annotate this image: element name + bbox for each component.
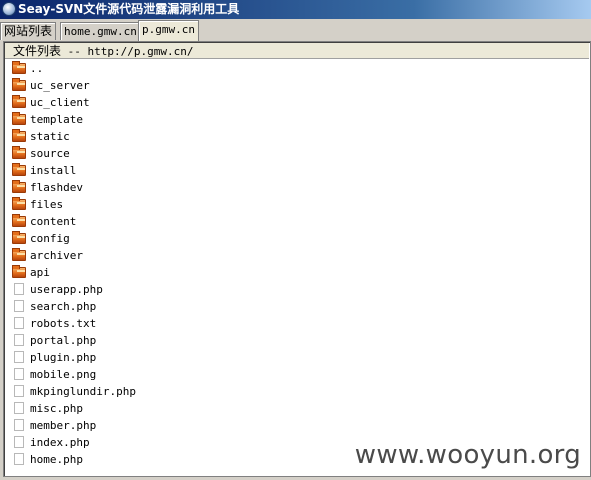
- item-name: install: [30, 164, 77, 177]
- file-row[interactable]: plugin.php: [12, 349, 590, 366]
- file-icon: [14, 283, 24, 295]
- file-icon: [14, 453, 24, 465]
- file-list: .. uc_server uc_client template static source…: [4, 60, 590, 476]
- folder-row[interactable]: uc_client: [12, 94, 590, 111]
- item-name: config: [30, 232, 70, 245]
- file-icon: [14, 317, 24, 329]
- folder-row[interactable]: flashdev: [12, 179, 590, 196]
- file-icon: [14, 351, 24, 363]
- header-label: 文件列表: [13, 44, 62, 58]
- file-icon: [14, 402, 24, 414]
- item-name: portal.php: [30, 334, 97, 347]
- tab-home-gmw[interactable]: home.gmw.cn: [60, 22, 141, 40]
- folder-icon: [12, 231, 26, 244]
- item-name: flashdev: [30, 181, 83, 194]
- tab-label: home.gmw.cn: [64, 25, 137, 38]
- file-icon: [14, 368, 24, 380]
- folder-row[interactable]: config: [12, 230, 590, 247]
- item-name: files: [30, 198, 64, 211]
- file-row[interactable]: mkpinglundir.php: [12, 383, 590, 400]
- item-name: home.php: [30, 453, 83, 466]
- folder-icon: [12, 112, 26, 125]
- item-name: plugin.php: [30, 351, 97, 364]
- watermark: www.wooyun.org: [354, 440, 581, 470]
- file-row[interactable]: mobile.png: [12, 366, 590, 383]
- folder-row[interactable]: install: [12, 162, 590, 179]
- item-name: robots.txt: [30, 317, 97, 330]
- file-icon: [14, 436, 24, 448]
- folder-icon: [12, 214, 26, 227]
- folder-row[interactable]: api: [12, 264, 590, 281]
- folder-row[interactable]: static: [12, 128, 590, 145]
- file-list-header[interactable]: 文件列表 -- http://p.gmw.cn/: [5, 43, 589, 59]
- item-name: source: [30, 147, 70, 160]
- header-url: -- http://p.gmw.cn/: [61, 45, 194, 58]
- title-bar: Seay-SVN文件源代码泄露漏洞利用工具: [0, 0, 591, 19]
- item-name: search.php: [30, 300, 97, 313]
- file-icon: [14, 334, 24, 346]
- item-name: uc_server: [30, 79, 90, 92]
- file-row[interactable]: userapp.php: [12, 281, 590, 298]
- tab-strip: 网站列表 home.gmw.cn p.gmw.cn: [0, 20, 591, 41]
- folder-row[interactable]: template: [12, 111, 590, 128]
- file-icon: [14, 300, 24, 312]
- folder-icon: [12, 61, 26, 74]
- file-row[interactable]: search.php: [12, 298, 590, 315]
- item-name: api: [30, 266, 50, 279]
- tab-p-gmw[interactable]: p.gmw.cn: [138, 20, 199, 41]
- folder-row[interactable]: content: [12, 213, 590, 230]
- folder-icon: [12, 163, 26, 176]
- item-name: index.php: [30, 436, 90, 449]
- item-name: content: [30, 215, 77, 228]
- tab-label: p.gmw.cn: [142, 23, 195, 36]
- folder-icon: [12, 180, 26, 193]
- item-name: misc.php: [30, 402, 83, 415]
- window-title: Seay-SVN文件源代码泄露漏洞利用工具: [18, 2, 240, 16]
- file-list-panel[interactable]: 文件列表 -- http://p.gmw.cn/ .. uc_server uc_c…: [3, 41, 591, 477]
- file-row[interactable]: robots.txt: [12, 315, 590, 332]
- file-row[interactable]: misc.php: [12, 400, 590, 417]
- file-icon: [14, 419, 24, 431]
- folder-row[interactable]: source: [12, 145, 590, 162]
- folder-icon: [12, 129, 26, 142]
- item-name: mkpinglundir.php: [30, 385, 136, 398]
- tab-site-list[interactable]: 网站列表: [0, 22, 57, 40]
- folder-row[interactable]: files: [12, 196, 590, 213]
- item-name: archiver: [30, 249, 83, 262]
- item-name: template: [30, 113, 83, 126]
- folder-icon: [12, 95, 26, 108]
- file-icon: [14, 385, 24, 397]
- item-name: static: [30, 130, 70, 143]
- item-name: mobile.png: [30, 368, 97, 381]
- folder-icon: [12, 265, 26, 278]
- file-row[interactable]: member.php: [12, 417, 590, 434]
- folder-icon: [12, 78, 26, 91]
- item-name: userapp.php: [30, 283, 103, 296]
- item-name: ..: [30, 62, 44, 75]
- folder-icon: [12, 146, 26, 159]
- folder-row[interactable]: uc_server: [12, 77, 590, 94]
- item-name: uc_client: [30, 96, 90, 109]
- file-row[interactable]: portal.php: [12, 332, 590, 349]
- folder-icon: [12, 248, 26, 261]
- folder-icon: [12, 197, 26, 210]
- tab-label: 网站列表: [4, 24, 53, 38]
- item-name: member.php: [30, 419, 97, 432]
- folder-row[interactable]: archiver: [12, 247, 590, 264]
- app-globe-icon: [2, 2, 16, 16]
- folder-row[interactable]: ..: [12, 60, 590, 77]
